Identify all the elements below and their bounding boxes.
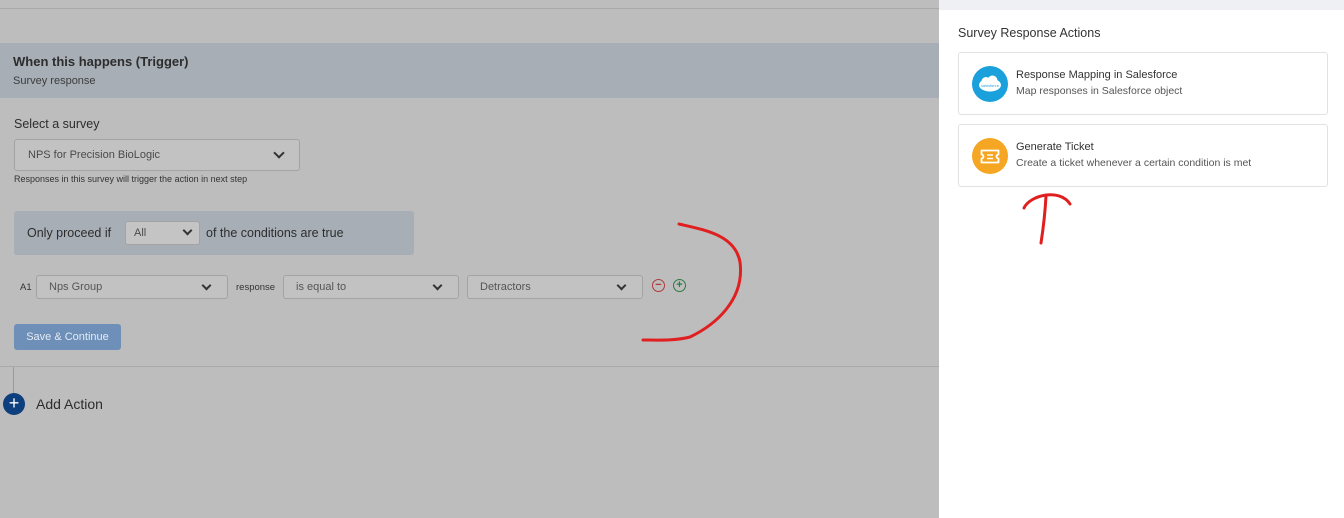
salesforce-icon: salesforce bbox=[972, 66, 1008, 102]
panel-title: Survey Response Actions bbox=[958, 26, 1101, 40]
section-divider bbox=[0, 366, 940, 367]
ticket-icon bbox=[972, 138, 1008, 174]
conditions-mode-dropdown[interactable]: All bbox=[125, 221, 200, 245]
trigger-header: When this happens (Trigger) Survey respo… bbox=[0, 43, 940, 98]
rule-operator-dropdown[interactable]: is equal to bbox=[283, 275, 459, 299]
chevron-down-icon bbox=[182, 225, 193, 236]
survey-dropdown-value: NPS for Precision BioLogic bbox=[28, 149, 161, 161]
trigger-title: When this happens (Trigger) bbox=[13, 54, 189, 69]
action-card-salesforce[interactable]: salesforce Response Mapping in Salesforc… bbox=[958, 52, 1328, 115]
salesforce-icon-label: salesforce bbox=[981, 84, 999, 88]
rule-id: A1 bbox=[20, 282, 32, 293]
rule-connector: response bbox=[236, 282, 276, 293]
add-action-icon[interactable]: + bbox=[3, 393, 25, 415]
conditions-suffix: of the conditions are true bbox=[206, 226, 344, 240]
rule-value-dropdown[interactable]: Detractors bbox=[467, 275, 643, 299]
trigger-subtitle: Survey response bbox=[13, 75, 96, 87]
action-card-title: Generate Ticket bbox=[1016, 141, 1094, 153]
top-divider bbox=[0, 8, 940, 9]
survey-dropdown[interactable]: NPS for Precision BioLogic bbox=[14, 139, 300, 171]
rule-field-value: Nps Group bbox=[49, 281, 103, 293]
chevron-down-icon bbox=[432, 280, 443, 291]
conditions-mode-value: All bbox=[134, 227, 147, 239]
action-card-generate-ticket[interactable]: Generate Ticket Create a ticket whenever… bbox=[958, 124, 1328, 187]
salesforce-cloud-icon: salesforce bbox=[979, 75, 1001, 92]
action-card-desc: Map responses in Salesforce object bbox=[1016, 85, 1183, 97]
panel-top-band bbox=[939, 0, 1344, 10]
action-card-title: Response Mapping in Salesforce bbox=[1016, 69, 1178, 81]
remove-condition-button[interactable]: − bbox=[652, 279, 665, 292]
actions-panel: Survey Response Actions salesforce Respo… bbox=[939, 0, 1344, 518]
rule-value-value: Detractors bbox=[480, 281, 531, 293]
add-condition-button[interactable]: + bbox=[673, 279, 686, 292]
add-action-label[interactable]: Add Action bbox=[36, 396, 103, 412]
chevron-down-icon bbox=[273, 147, 285, 159]
select-survey-label: Select a survey bbox=[14, 117, 100, 131]
survey-help-text: Responses in this survey will trigger th… bbox=[14, 174, 248, 184]
chevron-down-icon bbox=[616, 280, 627, 291]
rule-operator-value: is equal to bbox=[296, 281, 347, 293]
rule-field-dropdown[interactable]: Nps Group bbox=[36, 275, 228, 299]
conditions-box: Only proceed if All of the conditions ar… bbox=[14, 211, 414, 255]
action-card-desc: Create a ticket whenever a certain condi… bbox=[1016, 157, 1252, 169]
ticket-glyph-icon bbox=[980, 149, 1000, 164]
main-canvas: When this happens (Trigger) Survey respo… bbox=[0, 0, 940, 518]
chevron-down-icon bbox=[201, 280, 212, 291]
conditions-prefix: Only proceed if bbox=[27, 226, 112, 240]
save-continue-button[interactable]: Save & Continue bbox=[14, 324, 121, 350]
